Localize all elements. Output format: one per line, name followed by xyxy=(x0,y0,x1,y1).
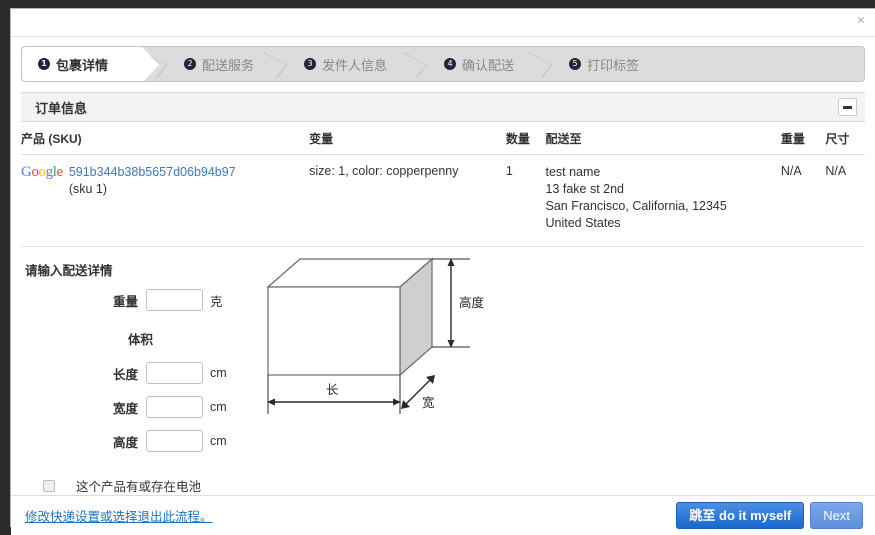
change-shipping-settings-link[interactable]: 修改快递设置或选择退出此流程。 xyxy=(25,506,213,525)
height-unit: cm xyxy=(210,434,227,448)
next-button[interactable]: Next xyxy=(810,501,863,529)
battery-checkbox-label: 这个产品有或存在电池 xyxy=(76,480,202,494)
cell-weight: N/A xyxy=(780,154,826,247)
th-sku: 产品 (SKU) xyxy=(21,122,310,155)
diagram-width-label: 宽 xyxy=(422,395,435,410)
modal-footer: 修改快递设置或选择退出此流程。 跳至 do it myself Next xyxy=(11,495,875,535)
height-label: 高度 xyxy=(112,435,138,450)
cell-qty: 1 xyxy=(505,154,546,247)
cell-dims: N/A xyxy=(825,154,865,247)
th-variant: 变量 xyxy=(309,122,506,155)
address-line-4: United States xyxy=(545,216,621,230)
close-icon[interactable]: × xyxy=(853,13,869,29)
address-line-3: San Francisco, California, 12345 xyxy=(545,199,727,213)
modal-titlebar: × xyxy=(11,9,875,37)
shipping-details-section: 请输入配送详情 重量 克 体积 长度 cm 宽度 cm 高度 cm 这个产品有或… xyxy=(21,247,865,495)
cell-ship-to: test name 13 fake st 2nd San Francisco, … xyxy=(545,154,781,247)
sku-link[interactable]: 591b344b38b5657d06b94b97 xyxy=(69,165,236,179)
width-unit: cm xyxy=(210,400,227,414)
battery-checkbox[interactable] xyxy=(43,479,55,492)
address-line-1: test name xyxy=(545,165,601,179)
length-label: 长度 xyxy=(112,367,138,382)
step-package-details[interactable]: 1 包裹详情 xyxy=(22,47,159,81)
step-print-label[interactable]: 5 打印标签 xyxy=(527,47,639,81)
weight-label: 重量 xyxy=(112,294,138,309)
step-label-1: 包裹详情 xyxy=(56,57,109,73)
length-unit: cm xyxy=(210,366,227,380)
diagram-length-label: 长 xyxy=(326,383,339,397)
th-weight: 重量 xyxy=(780,122,826,155)
step-number-5: 5 xyxy=(569,58,581,70)
height-field-row: 高度 cm xyxy=(21,430,865,452)
do-it-myself-button[interactable]: 跳至 do it myself xyxy=(676,501,805,529)
th-dims: 尺寸 xyxy=(825,122,865,155)
table-row: Google 591b344b38b5657d06b94b97 (sku 1) … xyxy=(21,154,865,247)
package-dimensions-diagram: 高度 长 宽 xyxy=(254,247,504,432)
minus-icon xyxy=(843,105,852,109)
step-label-4: 确认配送 xyxy=(462,57,515,73)
sku-subtitle: (sku 1) xyxy=(68,182,108,196)
collapse-panel-button[interactable] xyxy=(838,98,857,116)
diagram-height-label: 高度 xyxy=(459,295,485,310)
length-input[interactable] xyxy=(146,362,203,384)
th-ship-to: 配送至 xyxy=(545,122,781,155)
shipping-wizard-modal: × 1 包裹详情 2 配送服务 3 发件人信息 4 确认配送 5 打印标签 订单… xyxy=(10,8,875,535)
box-diagram-svg: 高度 长 宽 xyxy=(266,257,485,414)
step-number-2: 2 xyxy=(184,58,196,70)
wizard-steps: 1 包裹详情 2 配送服务 3 发件人信息 4 确认配送 5 打印标签 xyxy=(21,46,865,82)
table-header-row: 产品 (SKU) 变量 数量 配送至 重量 尺寸 xyxy=(21,122,865,155)
weight-unit: 克 xyxy=(210,294,223,309)
weight-input[interactable] xyxy=(146,289,203,311)
step-label-5: 打印标签 xyxy=(587,57,640,73)
address-line-2: 13 fake st 2nd xyxy=(545,182,625,196)
step-sender-info[interactable]: 3 发件人信息 xyxy=(262,47,402,81)
step-label-2: 配送服务 xyxy=(202,57,255,73)
order-info-title: 订单信息 xyxy=(35,100,88,116)
width-label: 宽度 xyxy=(112,401,138,416)
wizard-steps-container: 1 包裹详情 2 配送服务 3 发件人信息 4 确认配送 5 打印标签 xyxy=(11,37,875,90)
step-number-1: 1 xyxy=(38,58,50,70)
order-table: 产品 (SKU) 变量 数量 配送至 重量 尺寸 Google 591b344b… xyxy=(21,122,865,247)
height-input[interactable] xyxy=(146,430,203,452)
google-logo-icon: Google xyxy=(21,164,63,180)
cell-variant: size: 1, color: copperpenny xyxy=(309,154,506,247)
step-label-3: 发件人信息 xyxy=(322,57,388,73)
step-shipping-service[interactable]: 2 配送服务 xyxy=(142,47,262,81)
footer-buttons: 跳至 do it myself Next xyxy=(676,501,863,529)
step-confirm-shipping[interactable]: 4 确认配送 xyxy=(402,47,527,81)
step-number-4: 4 xyxy=(444,58,456,70)
cell-sku: Google 591b344b38b5657d06b94b97 (sku 1) xyxy=(21,154,310,247)
battery-checkbox-row: 这个产品有或存在电池 xyxy=(43,476,865,495)
step-number-3: 3 xyxy=(304,58,316,70)
order-info-panel-header: 订单信息 xyxy=(21,92,865,122)
th-qty: 数量 xyxy=(505,122,546,155)
order-table-container: 产品 (SKU) 变量 数量 配送至 重量 尺寸 Google 591b344b… xyxy=(21,122,865,247)
width-input[interactable] xyxy=(146,396,203,418)
